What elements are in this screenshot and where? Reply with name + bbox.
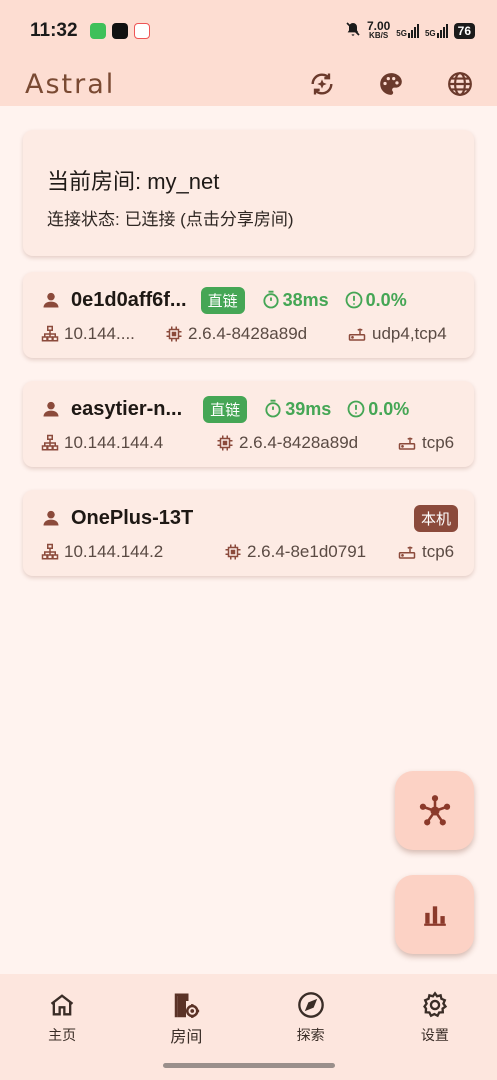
- sync-icon[interactable]: [302, 65, 341, 104]
- mute-icon: [345, 21, 361, 42]
- palette-icon[interactable]: [371, 65, 410, 104]
- topology-button[interactable]: [395, 771, 474, 850]
- stats-button[interactable]: [395, 875, 474, 954]
- gesture-handle: [163, 1063, 335, 1068]
- peer-ip: 10.144....: [41, 324, 165, 344]
- room-name: 当前房间: my_net: [47, 169, 220, 194]
- router-icon: [398, 437, 416, 450]
- peer-name: easytier-n...: [71, 397, 183, 420]
- latency: 38ms: [261, 290, 329, 311]
- chip-icon: [166, 326, 182, 342]
- peer-name: 0e1d0aff6f...: [71, 288, 187, 311]
- network-icon: [41, 325, 59, 342]
- nav-settings[interactable]: 设置: [373, 974, 497, 1080]
- room-info-card[interactable]: 当前房间: my_net 连接状态: 已连接 (点击分享房间): [23, 130, 474, 256]
- peer-name: OnePlus-13T: [71, 506, 194, 529]
- nav-home[interactable]: 主页: [0, 974, 124, 1080]
- alert-circle-icon: [345, 291, 363, 309]
- person-icon: [43, 401, 59, 417]
- oppo-app-icon: [133, 23, 150, 39]
- packet-loss: 0.0%: [346, 399, 409, 420]
- app-bar: Astral: [0, 62, 497, 106]
- chip-icon: [225, 544, 241, 560]
- router-icon: [348, 328, 366, 341]
- alert-circle-icon: [347, 400, 365, 418]
- person-icon: [43, 510, 59, 526]
- home-icon: [50, 994, 74, 1016]
- net-speed: 7.00 KB/S: [366, 19, 391, 40]
- globe-icon[interactable]: [440, 65, 479, 104]
- packet-loss: 0.0%: [344, 290, 407, 311]
- bar-chart-icon: [423, 905, 446, 926]
- person-icon: [43, 292, 59, 308]
- peer-card-local[interactable]: OnePlus-13T 本机 10.144.144.2 2.6.4-8e1d07…: [23, 490, 474, 576]
- peer-protocol: tcp6: [397, 433, 454, 453]
- peer-version: 2.6.4-8428a89d: [216, 433, 397, 453]
- hub-icon: [419, 794, 450, 825]
- gear-icon: [422, 991, 448, 1018]
- chip-icon: [217, 435, 233, 451]
- peer-card[interactable]: 0e1d0aff6f... 直链 38ms 0.0% 10.144.... 2.…: [23, 272, 474, 358]
- tiktok-icon: [111, 23, 128, 39]
- router-icon: [398, 546, 416, 559]
- signal-5g-2: 5G: [425, 24, 448, 38]
- peer-protocol: udp4,tcp4: [347, 324, 447, 344]
- network-icon: [41, 543, 59, 560]
- peer-version: 2.6.4-8e1d0791: [224, 542, 397, 562]
- network-icon: [41, 434, 59, 451]
- compass-icon: [297, 992, 324, 1018]
- peer-ip: 10.144.144.4: [41, 433, 216, 453]
- timer-icon: [265, 399, 281, 418]
- peer-card[interactable]: easytier-n... 直链 39ms 0.0% 10.144.144.4 …: [23, 381, 474, 467]
- room-door-icon: [175, 993, 200, 1018]
- status-time: 11:32: [30, 20, 78, 41]
- direct-badge: 直链: [200, 286, 245, 314]
- signal-5g-1: 5G: [396, 24, 419, 38]
- local-device-badge: 本机: [413, 504, 458, 532]
- peer-version: 2.6.4-8428a89d: [165, 324, 347, 344]
- peer-protocol: tcp6: [397, 542, 454, 562]
- app-title: Astral: [25, 68, 116, 100]
- timer-icon: [263, 290, 279, 309]
- status-bar: 11:32 7.00 KB/S 5G 5G 76: [0, 0, 497, 62]
- battery-indicator: 76: [453, 23, 475, 39]
- peer-ip: 10.144.144.2: [41, 542, 224, 562]
- direct-badge: 直链: [203, 395, 248, 423]
- wechat-icon: [89, 23, 106, 39]
- latency: 39ms: [263, 399, 331, 420]
- connection-status[interactable]: 连接状态: 已连接 (点击分享房间): [47, 205, 450, 230]
